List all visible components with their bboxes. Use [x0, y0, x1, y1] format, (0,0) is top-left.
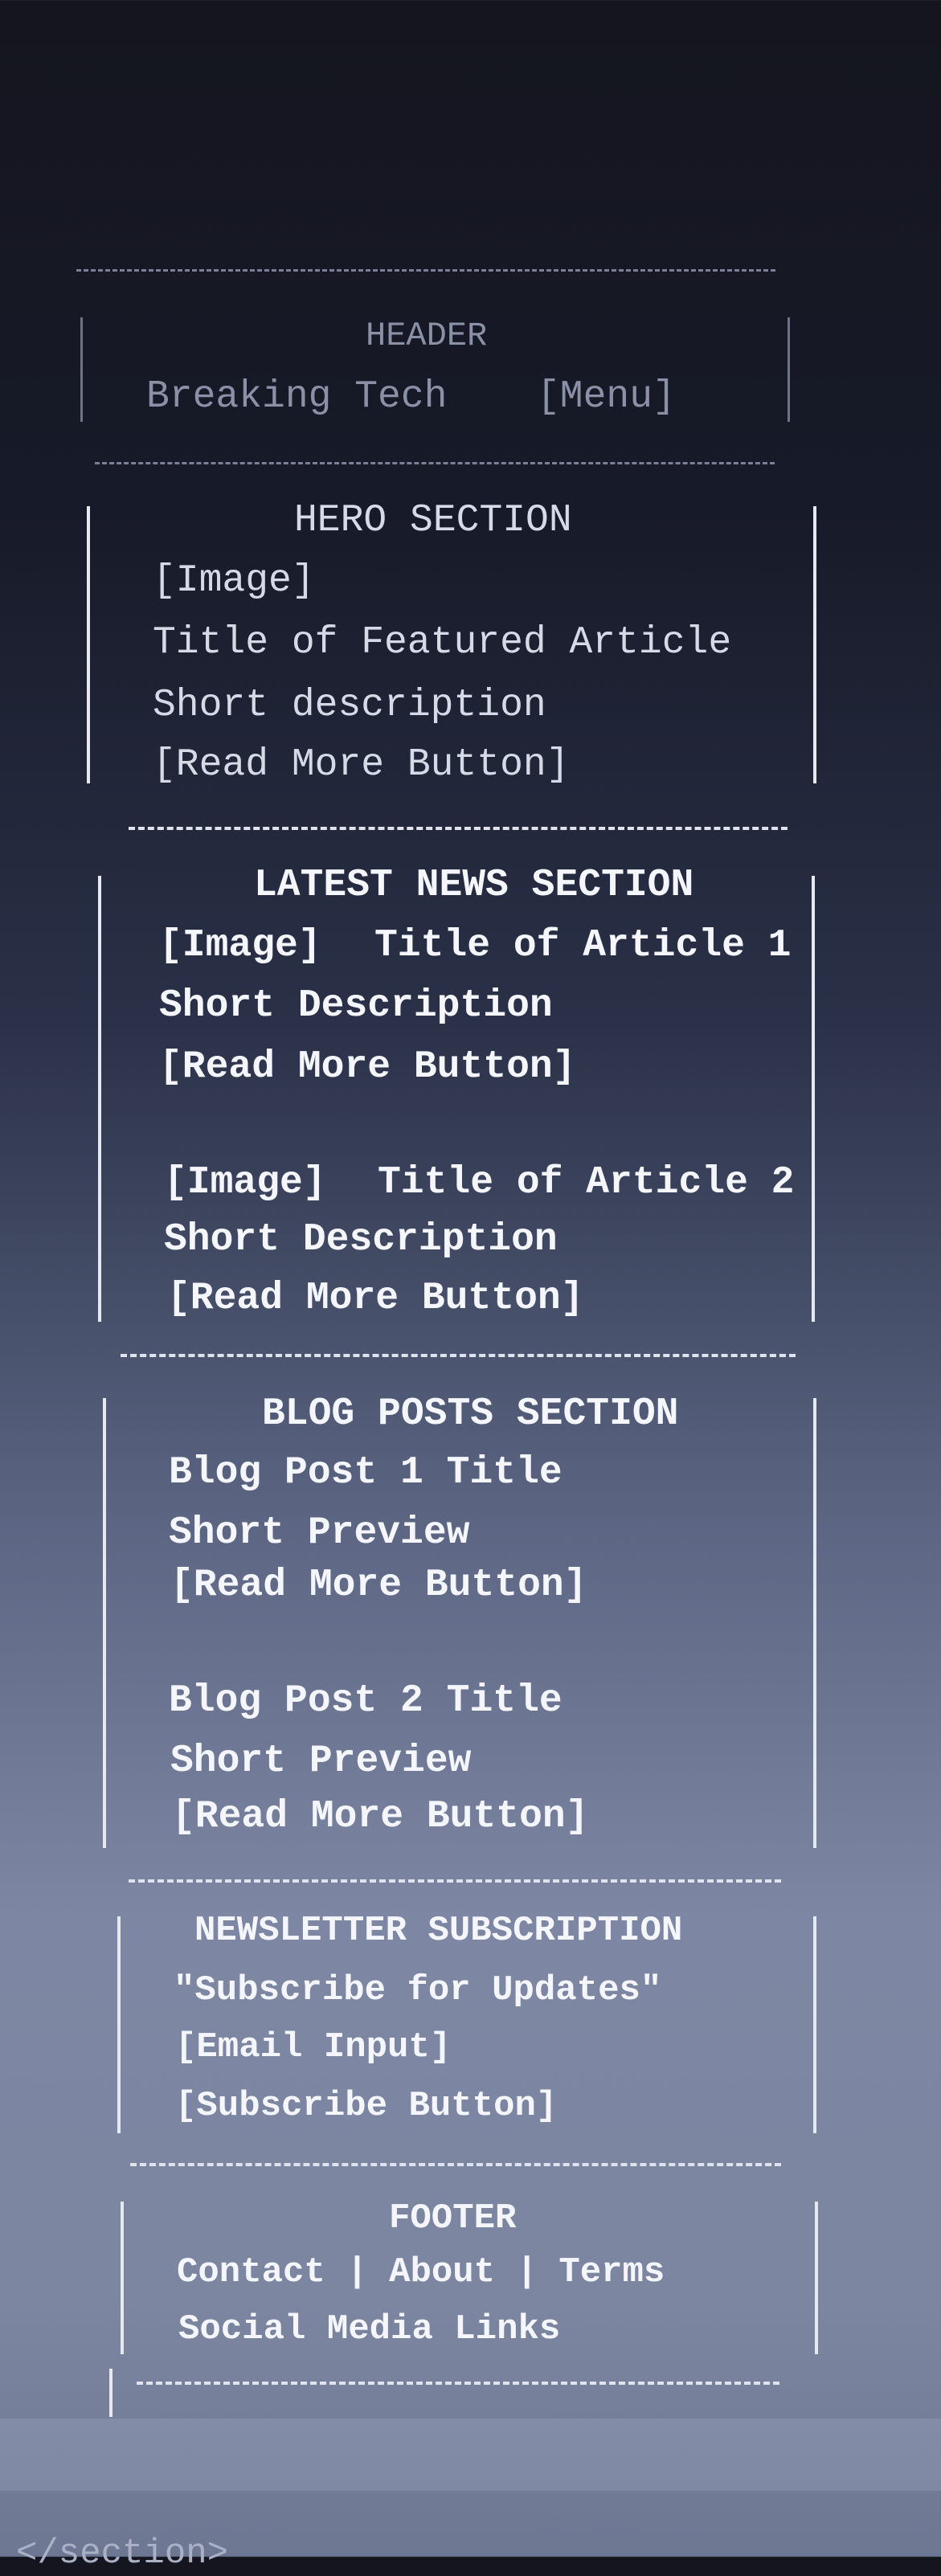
- article-1-read-more-button[interactable]: [Read More Button]: [159, 1045, 575, 1090]
- blog-post-1-preview: Short Preview: [169, 1511, 470, 1555]
- social-media-links[interactable]: Social Media Links: [178, 2307, 560, 2352]
- closing-tag: </section>: [16, 2533, 229, 2574]
- border-left: [98, 876, 101, 1322]
- highlighted-line: [0, 2419, 941, 2491]
- border-left: [87, 506, 90, 783]
- terms-link[interactable]: Terms: [558, 2252, 665, 2292]
- latest-news-heading: LATEST NEWS SECTION: [254, 864, 694, 907]
- blog-post-2-preview: Short Preview: [170, 1740, 472, 1783]
- article-2-title[interactable]: Title of Article 2: [378, 1160, 794, 1205]
- border-left: [121, 2202, 124, 2354]
- border-right: [788, 317, 790, 422]
- divider: [95, 462, 775, 464]
- divider: [129, 827, 788, 830]
- article-2-image: [Image]: [164, 1161, 326, 1204]
- divider: [129, 1879, 781, 1883]
- header-heading: HEADER: [366, 317, 488, 355]
- brand-name: Breaking Tech: [146, 375, 448, 419]
- blog-post-1-title[interactable]: Blog Post 1 Title: [169, 1450, 563, 1495]
- hero-image: [Image]: [153, 559, 315, 603]
- hero-description: Short description: [153, 684, 546, 727]
- article-1-description: Short Description: [159, 984, 553, 1028]
- newsletter-heading: NEWSLETTER SUBSCRIPTION: [194, 1911, 683, 1951]
- border-left: [103, 1398, 106, 1848]
- separator: |: [346, 2252, 368, 2292]
- separator: |: [516, 2252, 538, 2292]
- border-right: [812, 876, 815, 1322]
- border-right: [813, 1916, 816, 2133]
- hero-read-more-button[interactable]: [Read More Button]: [153, 742, 569, 787]
- newsletter-tagline: "Subscribe for Updates": [174, 1970, 662, 2010]
- article-2-read-more-button[interactable]: [Read More Button]: [167, 1276, 583, 1321]
- blog-post-1-read-more-button[interactable]: [Read More Button]: [170, 1563, 587, 1608]
- blog-post-2-title[interactable]: Blog Post 2 Title: [169, 1678, 563, 1723]
- border-left: [80, 317, 83, 422]
- border-right: [813, 506, 816, 783]
- contact-link[interactable]: Contact: [177, 2252, 325, 2292]
- article-2-description: Short Description: [164, 1218, 558, 1261]
- divider: [76, 269, 775, 272]
- blog-posts-heading: BLOG POSTS SECTION: [262, 1392, 679, 1436]
- subscribe-button[interactable]: [Subscribe Button]: [175, 2083, 557, 2128]
- hero-heading: HERO SECTION: [294, 499, 572, 542]
- about-link[interactable]: About: [389, 2252, 495, 2292]
- blog-post-2-read-more-button[interactable]: [Read More Button]: [172, 1794, 588, 1839]
- email-input[interactable]: [Email Input]: [175, 2025, 451, 2070]
- border-left: [117, 1916, 121, 2133]
- footer-links: Contact | About | Terms: [177, 2250, 665, 2295]
- divider: [121, 1354, 796, 1357]
- divider: [137, 2382, 779, 2385]
- menu-button[interactable]: [Menu]: [537, 374, 676, 419]
- footer-heading: FOOTER: [389, 2198, 517, 2239]
- border-left: [109, 2369, 113, 2417]
- divider: [130, 2163, 781, 2166]
- border-right: [815, 2202, 818, 2354]
- article-1-title[interactable]: Title of Article 1: [374, 923, 791, 968]
- hero-title: Title of Featured Article: [153, 621, 732, 664]
- border-right: [813, 1398, 816, 1848]
- article-1-image: [Image]: [159, 924, 321, 967]
